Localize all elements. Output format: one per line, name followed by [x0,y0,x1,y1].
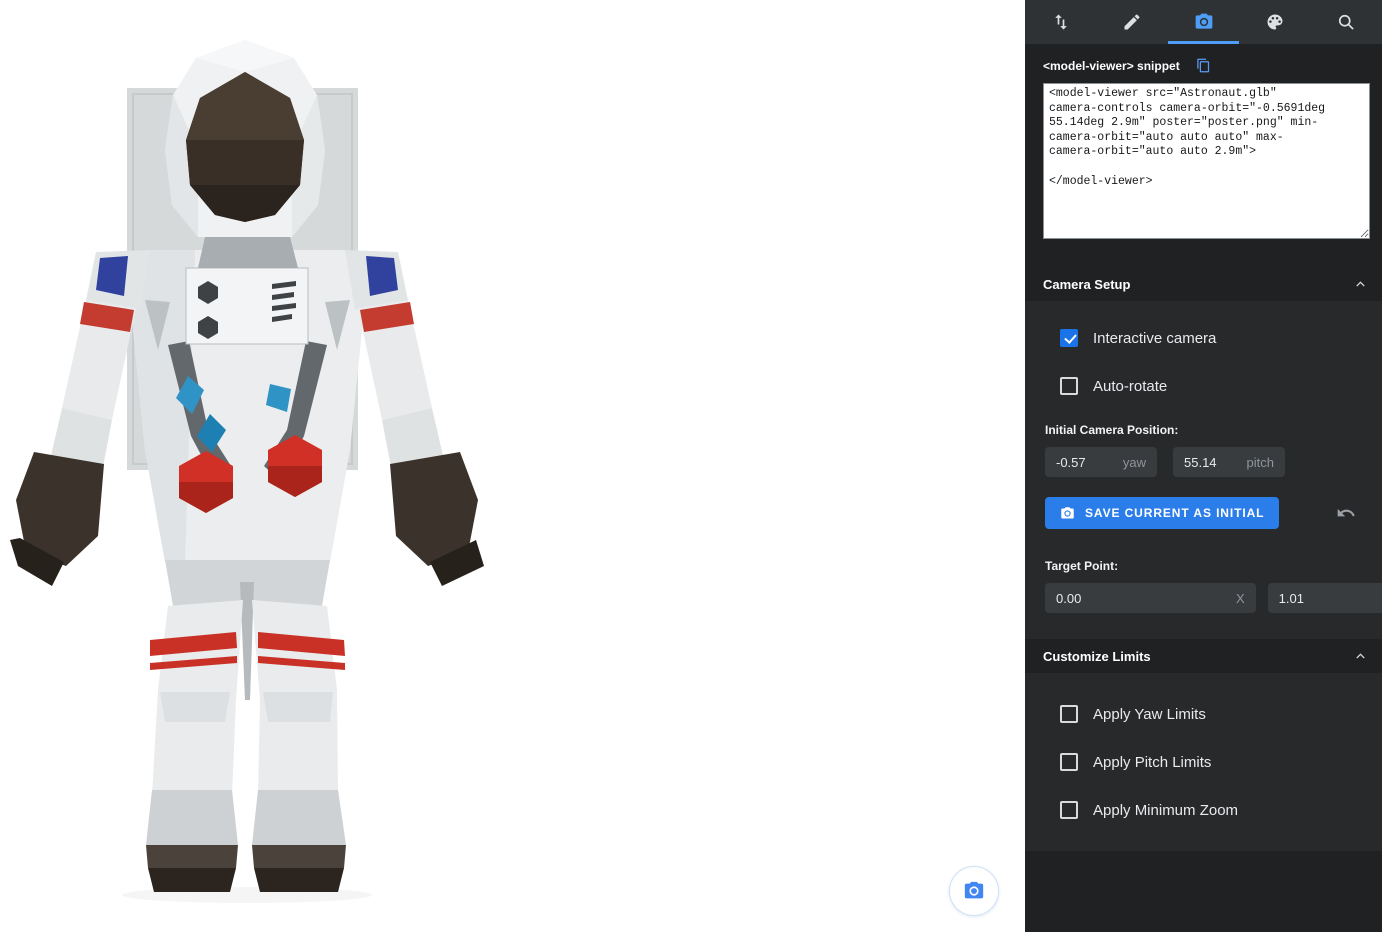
tab-file-controls[interactable] [1025,0,1096,44]
camera-icon [1194,12,1214,32]
target-x-field[interactable]: X [1045,583,1256,613]
section-title: Camera Setup [1043,277,1353,292]
yaw-input[interactable] [1056,455,1119,470]
target-x-input[interactable] [1056,591,1232,606]
tab-materials[interactable] [1239,0,1310,44]
chevron-up-icon[interactable] [1353,277,1368,292]
apply-minimum-zoom-checkbox[interactable] [1060,801,1078,819]
pitch-suffix: pitch [1247,455,1274,470]
checkbox-label: Apply Yaw Limits [1093,706,1206,723]
interactive-camera-row[interactable]: Interactive camera [1025,327,1382,349]
target-x-suffix: X [1236,591,1245,606]
apply-pitch-limits-checkbox[interactable] [1060,753,1078,771]
save-button-label: SAVE CURRENT AS INITIAL [1085,506,1264,520]
yaw-field[interactable]: yaw [1045,447,1157,477]
apply-yaw-limits-row[interactable]: Apply Yaw Limits [1025,703,1382,725]
customize-limits-header[interactable]: Customize Limits [1025,639,1382,673]
copy-icon [1196,58,1211,73]
target-y-input[interactable] [1279,591,1382,606]
auto-rotate-row[interactable]: Auto-rotate [1025,375,1382,397]
checkbox-label: Auto-rotate [1093,378,1167,395]
target-point-fields: X Y Z [1045,583,1362,613]
target-y-field[interactable]: Y [1268,583,1382,613]
save-current-as-initial-button[interactable]: SAVE CURRENT AS INITIAL [1045,497,1279,529]
palette-icon [1265,12,1285,32]
section-title: Customize Limits [1043,649,1353,664]
snippet-label: <model-viewer> snippet [1043,59,1180,73]
panel-toolbar [1025,0,1382,44]
apply-minimum-zoom-row[interactable]: Apply Minimum Zoom [1025,799,1382,821]
snippet-code-textarea[interactable]: <model-viewer src="Astronaut.glb" camera… [1043,83,1370,239]
auto-rotate-checkbox[interactable] [1060,377,1078,395]
search-icon [1336,12,1356,32]
pencil-icon [1122,12,1142,32]
pitch-field[interactable]: pitch [1173,447,1285,477]
save-row: SAVE CURRENT AS INITIAL [1045,497,1362,529]
snippet-header: <model-viewer> snippet [1043,58,1364,73]
astronaut-model[interactable] [0,0,500,932]
apply-pitch-limits-row[interactable]: Apply Pitch Limits [1025,751,1382,773]
checkbox-label: Apply Minimum Zoom [1093,802,1238,819]
interactive-camera-checkbox[interactable] [1060,329,1078,347]
camera-setup-header[interactable]: Camera Setup [1025,267,1382,301]
camera-icon [1060,506,1075,521]
checkbox-label: Interactive camera [1093,330,1216,347]
editor-panel: <model-viewer> snippet <model-viewer src… [1025,0,1382,932]
checkbox-label: Apply Pitch Limits [1093,754,1211,771]
spacer [1025,239,1382,267]
initial-camera-position-fields: yaw pitch [1045,447,1362,477]
camera-fab-button[interactable] [949,866,999,916]
tab-inspector[interactable] [1311,0,1382,44]
viewport-canvas[interactable] [0,0,1025,932]
camera-setup-body: Interactive camera Auto-rotate Initial C… [1025,301,1382,639]
app: <model-viewer> snippet <model-viewer src… [0,0,1382,932]
chevron-up-icon[interactable] [1353,649,1368,664]
customize-limits-body: Apply Yaw Limits Apply Pitch Limits Appl… [1025,673,1382,851]
tab-edit[interactable] [1096,0,1167,44]
import-export-icon [1051,12,1071,32]
tab-camera[interactable] [1168,0,1239,44]
initial-camera-position-label: Initial Camera Position: [1045,423,1362,437]
pitch-input[interactable] [1184,455,1243,470]
undo-button[interactable] [1336,503,1356,523]
copy-snippet-button[interactable] [1196,58,1211,73]
target-point-label: Target Point: [1045,559,1362,573]
camera-icon [963,880,985,902]
apply-yaw-limits-checkbox[interactable] [1060,705,1078,723]
undo-icon [1336,503,1356,523]
yaw-suffix: yaw [1123,455,1146,470]
